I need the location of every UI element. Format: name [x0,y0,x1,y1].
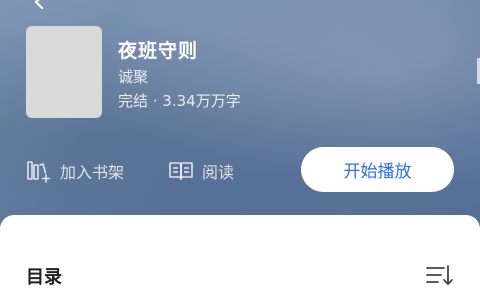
add-to-shelf-button[interactable]: 加入书架 [26,158,124,184]
book-author[interactable]: 诚聚 [118,66,148,87]
toc-panel: 目录 [0,215,480,305]
back-chevron-icon[interactable] [30,0,46,10]
book-cover[interactable] [26,26,102,118]
book-meta: 完结 · 3.34万万字 [118,92,241,110]
sort-icon[interactable] [424,263,454,289]
read-button[interactable]: 阅读 [168,158,234,184]
open-book-icon [169,162,193,180]
start-playback-button[interactable]: 开始播放 [301,147,454,192]
bookshelf-add-icon [27,161,51,183]
book-title: 夜班守则 [118,40,199,62]
toc-title: 目录 [26,267,62,288]
start-playback-label: 开始播放 [343,162,412,182]
add-to-shelf-label: 加入书架 [60,163,125,182]
read-label: 阅读 [202,163,235,182]
